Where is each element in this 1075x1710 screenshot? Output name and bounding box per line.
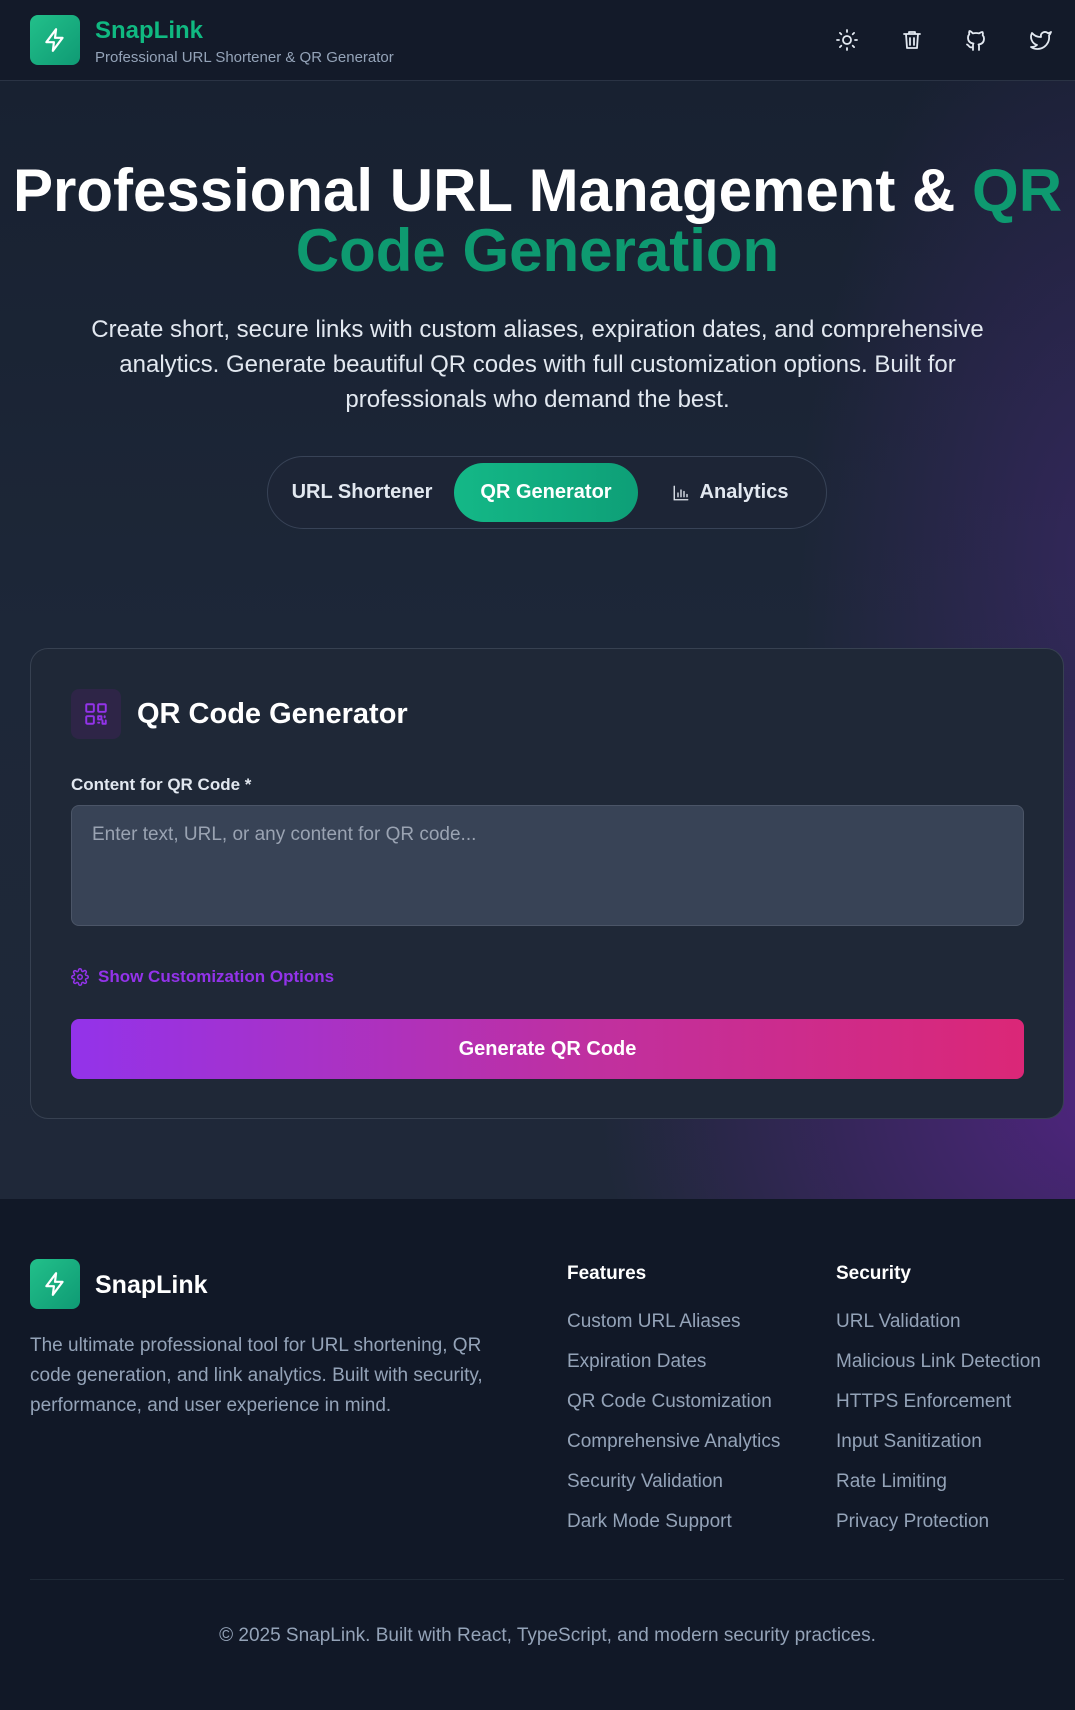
github-link[interactable] bbox=[960, 24, 992, 56]
tab-label: Analytics bbox=[699, 481, 789, 503]
features-list: Custom URL Aliases Expiration Dates QR C… bbox=[567, 1311, 780, 1551]
lightning-icon bbox=[45, 1272, 64, 1296]
features-heading: Features bbox=[567, 1263, 647, 1284]
bar-chart-icon bbox=[673, 485, 688, 500]
lightning-icon bbox=[45, 28, 64, 52]
generate-qr-button[interactable]: Generate QR Code bbox=[71, 1019, 1024, 1079]
tab-url-shortener[interactable]: URL Shortener bbox=[274, 463, 450, 522]
footer: SnapLink The ultimate professional tool … bbox=[0, 1199, 1075, 1710]
security-list: URL Validation Malicious Link Detection … bbox=[836, 1311, 1041, 1551]
footer-link[interactable]: Dark Mode Support bbox=[567, 1511, 780, 1551]
footer-link[interactable]: URL Validation bbox=[836, 1311, 1041, 1351]
mode-tabs: URL Shortener QR Generator Analytics bbox=[267, 456, 827, 529]
hero-title-accent: QR bbox=[972, 157, 1063, 224]
card-title: QR Code Generator bbox=[137, 698, 408, 730]
brand-tagline: Professional URL Shortener & QR Generato… bbox=[95, 49, 394, 66]
main-section: Professional URL Management & QR Code Ge… bbox=[0, 81, 1075, 1199]
brand-name: SnapLink bbox=[95, 17, 204, 44]
footer-link[interactable]: Privacy Protection bbox=[836, 1511, 1041, 1551]
app-header: SnapLink Professional URL Shortener & QR… bbox=[0, 0, 1075, 81]
show-customization-toggle[interactable]: Show Customization Options bbox=[71, 967, 334, 987]
logo[interactable] bbox=[30, 15, 80, 65]
qr-icon-box bbox=[71, 689, 121, 739]
qr-content-input[interactable] bbox=[71, 805, 1024, 926]
footer-link[interactable]: Rate Limiting bbox=[836, 1471, 1041, 1511]
footer-link[interactable]: Comprehensive Analytics bbox=[567, 1431, 780, 1471]
security-heading: Security bbox=[836, 1263, 911, 1284]
tab-label: URL Shortener bbox=[291, 481, 433, 503]
twitter-link[interactable] bbox=[1025, 24, 1057, 56]
qr-generator-card: QR Code Generator Content for QR Code * … bbox=[30, 648, 1064, 1119]
hero-title: Professional URL Management & QR Code Ge… bbox=[0, 161, 1075, 281]
footer-link[interactable]: Security Validation bbox=[567, 1471, 780, 1511]
hero-title-main: Professional URL Management & bbox=[12, 157, 973, 224]
footer-link[interactable]: Custom URL Aliases bbox=[567, 1311, 780, 1351]
content-label: Content for QR Code * bbox=[71, 775, 252, 794]
theme-toggle-button[interactable] bbox=[831, 24, 863, 56]
copyright: © 2025 SnapLink. Built with React, TypeS… bbox=[219, 1625, 876, 1646]
tab-label: QR Generator bbox=[480, 481, 612, 503]
sun-icon bbox=[836, 29, 858, 51]
clear-data-button[interactable] bbox=[896, 24, 928, 56]
twitter-icon bbox=[1030, 31, 1052, 50]
footer-link[interactable]: Expiration Dates bbox=[567, 1351, 780, 1391]
gear-icon bbox=[71, 968, 89, 986]
footer-divider bbox=[30, 1579, 1064, 1580]
footer-link[interactable]: Input Sanitization bbox=[836, 1431, 1041, 1471]
github-icon bbox=[966, 30, 985, 51]
footer-description: The ultimate professional tool for URL s… bbox=[30, 1335, 483, 1416]
qr-code-icon bbox=[85, 703, 107, 725]
footer-link[interactable]: HTTPS Enforcement bbox=[836, 1391, 1041, 1431]
footer-logo bbox=[30, 1259, 80, 1309]
footer-brand: SnapLink bbox=[95, 1271, 208, 1299]
footer-link[interactable]: Malicious Link Detection bbox=[836, 1351, 1041, 1391]
hero-subtitle: Create short, secure links with custom a… bbox=[91, 316, 984, 413]
footer-link[interactable]: QR Code Customization bbox=[567, 1391, 780, 1431]
trash-icon bbox=[903, 31, 921, 49]
customization-label: Show Customization Options bbox=[98, 967, 335, 986]
tab-analytics[interactable]: Analytics bbox=[642, 463, 818, 522]
hero-title-accent-line2: Code Generation bbox=[295, 217, 780, 284]
tab-qr-generator[interactable]: QR Generator bbox=[454, 463, 638, 522]
